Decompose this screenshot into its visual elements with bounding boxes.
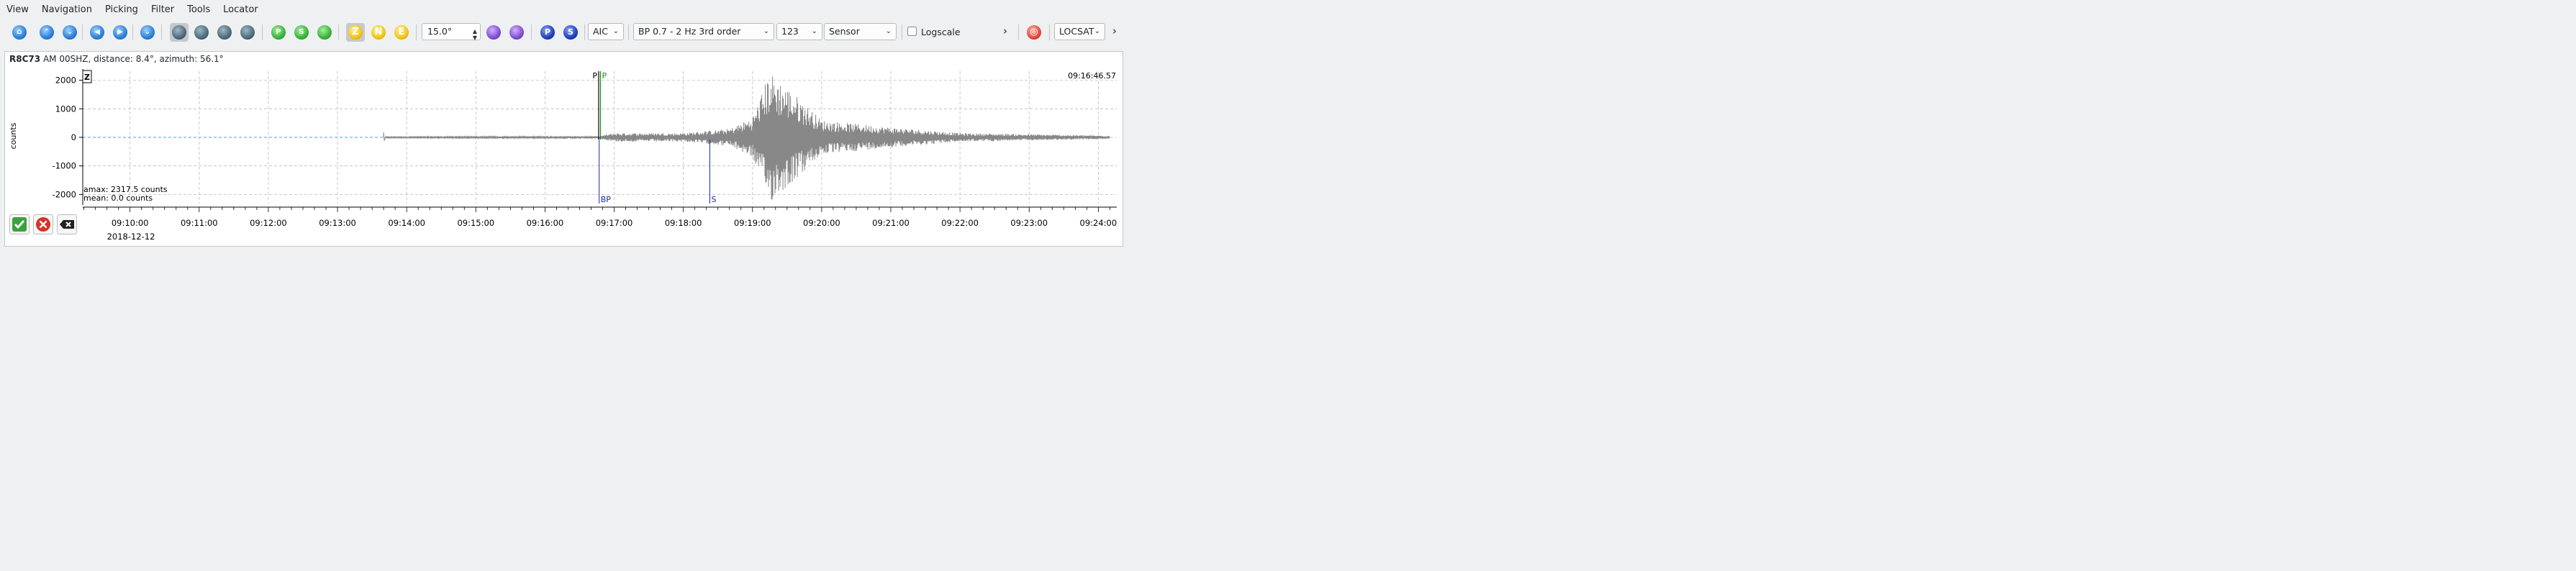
toolbar-more-button[interactable]: › bbox=[1003, 24, 1007, 37]
scroll-down-button[interactable]: ⌄ bbox=[60, 23, 79, 42]
filter-combo[interactable]: BP 0.7 - 2 Hz 3rd order ⌄ bbox=[633, 23, 774, 40]
home-button[interactable]: ⌂ bbox=[10, 23, 29, 42]
chevron-down-icon: ⌄ bbox=[811, 27, 817, 35]
chevron-down-icon: ⌄ bbox=[763, 27, 769, 35]
pick-s-icon: S bbox=[294, 25, 309, 40]
component-z-button[interactable]: Z bbox=[346, 23, 365, 42]
locator-more-button[interactable]: › bbox=[1112, 24, 1117, 37]
toolbar-separator bbox=[262, 24, 263, 40]
method-value: AIC bbox=[593, 26, 608, 37]
logscale-label: Logscale bbox=[921, 27, 961, 37]
reject-icon bbox=[36, 217, 50, 232]
chevron-down-icon: ⌄ bbox=[1094, 27, 1100, 35]
toolbar-separator bbox=[531, 24, 532, 40]
locator-combo[interactable]: LOCSAT ⌄ bbox=[1054, 23, 1105, 40]
logscale-checkbox[interactable] bbox=[907, 27, 917, 36]
trace-header: R8C73 AM 00SHZ, distance: 8.4°, azimuth:… bbox=[9, 54, 224, 64]
menu-filter[interactable]: Filter bbox=[145, 0, 181, 20]
measure-tool-icon bbox=[194, 25, 209, 40]
measure-tool-button[interactable] bbox=[192, 23, 211, 42]
channels-combo[interactable]: 123 ⌄ bbox=[776, 23, 822, 40]
rotation-spinbox[interactable]: 15.0° ▲ ▼ bbox=[422, 23, 481, 41]
print-tool-button[interactable] bbox=[238, 23, 257, 42]
toolbar-separator bbox=[1018, 24, 1019, 40]
sort-icon: ⌄ bbox=[140, 25, 155, 40]
unit-combo[interactable]: Sensor ⌄ bbox=[824, 23, 897, 40]
phase-p-icon: P bbox=[540, 25, 555, 40]
toolbar-separator bbox=[161, 24, 162, 40]
accept-icon bbox=[12, 217, 27, 232]
component-e-icon: E bbox=[394, 25, 409, 40]
station-name: R8C73 bbox=[9, 54, 41, 64]
locate-button[interactable]: ◎ bbox=[1025, 23, 1043, 42]
phase-s-button[interactable]: S bbox=[561, 23, 580, 42]
pick-tool-button[interactable] bbox=[170, 23, 189, 42]
filter-value: BP 0.7 - 2 Hz 3rd order bbox=[638, 26, 741, 37]
prev-icon: ◀ bbox=[90, 25, 104, 40]
pick-p-icon: P bbox=[271, 25, 286, 40]
menu-view[interactable]: View bbox=[0, 0, 35, 20]
locator-value: LOCSAT bbox=[1059, 26, 1094, 37]
rotate-right-icon bbox=[509, 25, 524, 40]
spin-down-icon[interactable]: ▼ bbox=[473, 30, 477, 46]
delete-icon bbox=[60, 220, 74, 229]
target-icon: ◎ bbox=[1027, 25, 1041, 40]
phase-p-button[interactable]: P bbox=[538, 23, 557, 42]
component-e-button[interactable]: E bbox=[392, 23, 411, 42]
trace-info: AM 00SHZ, distance: 8.4°, azimuth: 56.1° bbox=[42, 54, 224, 64]
toolbar-separator bbox=[628, 24, 629, 40]
sort-button[interactable]: ⌄ bbox=[138, 23, 157, 42]
chevron-down-icon: ⌄ bbox=[612, 27, 619, 35]
delete-button[interactable] bbox=[57, 214, 77, 234]
zoom-tool-icon bbox=[217, 25, 232, 40]
component-n-button[interactable]: N bbox=[369, 23, 388, 42]
toolbar-separator bbox=[132, 24, 133, 40]
menu-tools[interactable]: Tools bbox=[181, 0, 217, 20]
phase-s-icon: S bbox=[563, 25, 578, 40]
toolbar-separator bbox=[1049, 24, 1050, 40]
unit-value: Sensor bbox=[829, 26, 860, 37]
toolbar-separator bbox=[584, 24, 585, 40]
rotate-right-button[interactable] bbox=[507, 23, 526, 42]
rotate-left-button[interactable] bbox=[484, 23, 503, 42]
home-icon: ⌂ bbox=[12, 25, 27, 40]
rotate-left-icon bbox=[486, 25, 501, 40]
channels-value: 123 bbox=[781, 26, 799, 37]
scroll-up-button[interactable]: ⌃ bbox=[37, 23, 56, 42]
pick-auto-icon bbox=[317, 25, 332, 40]
scroll-up-icon: ⌃ bbox=[40, 25, 54, 40]
next-icon: ▶ bbox=[113, 25, 127, 40]
pick-tool-icon bbox=[172, 25, 186, 40]
menubar: View Navigation Picking Filter Tools Loc… bbox=[0, 0, 1128, 20]
accept-button[interactable] bbox=[9, 214, 30, 234]
reject-button[interactable] bbox=[33, 214, 53, 234]
pick-p-button[interactable]: P bbox=[269, 23, 288, 42]
component-z-icon: Z bbox=[348, 25, 363, 40]
toolbar-separator bbox=[338, 24, 339, 40]
pick-s-button[interactable]: S bbox=[292, 23, 311, 42]
component-n-icon: N bbox=[371, 25, 386, 40]
scroll-down-icon: ⌄ bbox=[63, 25, 77, 40]
toolbar-separator bbox=[82, 24, 83, 40]
menu-locator[interactable]: Locator bbox=[217, 0, 264, 20]
toolbar: ⌂ ⌃ ⌄ ◀ ▶ ⌄ P S Z N E 15.0° ▲ ▼ P S AIC ⌄… bbox=[0, 20, 1128, 45]
next-button[interactable]: ▶ bbox=[111, 23, 130, 42]
chevron-down-icon: ⌄ bbox=[885, 27, 892, 35]
trace-panel bbox=[4, 51, 1123, 247]
rotation-value: 15.0° bbox=[427, 26, 453, 37]
prev-button[interactable]: ◀ bbox=[88, 23, 106, 42]
zoom-tool-button[interactable] bbox=[215, 23, 234, 42]
menu-picking[interactable]: Picking bbox=[99, 0, 145, 20]
method-combo[interactable]: AIC ⌄ bbox=[588, 23, 624, 40]
menu-navigation[interactable]: Navigation bbox=[35, 0, 99, 20]
pick-auto-button[interactable] bbox=[315, 23, 334, 42]
toolbar-separator bbox=[416, 24, 417, 40]
print-tool-icon bbox=[240, 25, 255, 40]
